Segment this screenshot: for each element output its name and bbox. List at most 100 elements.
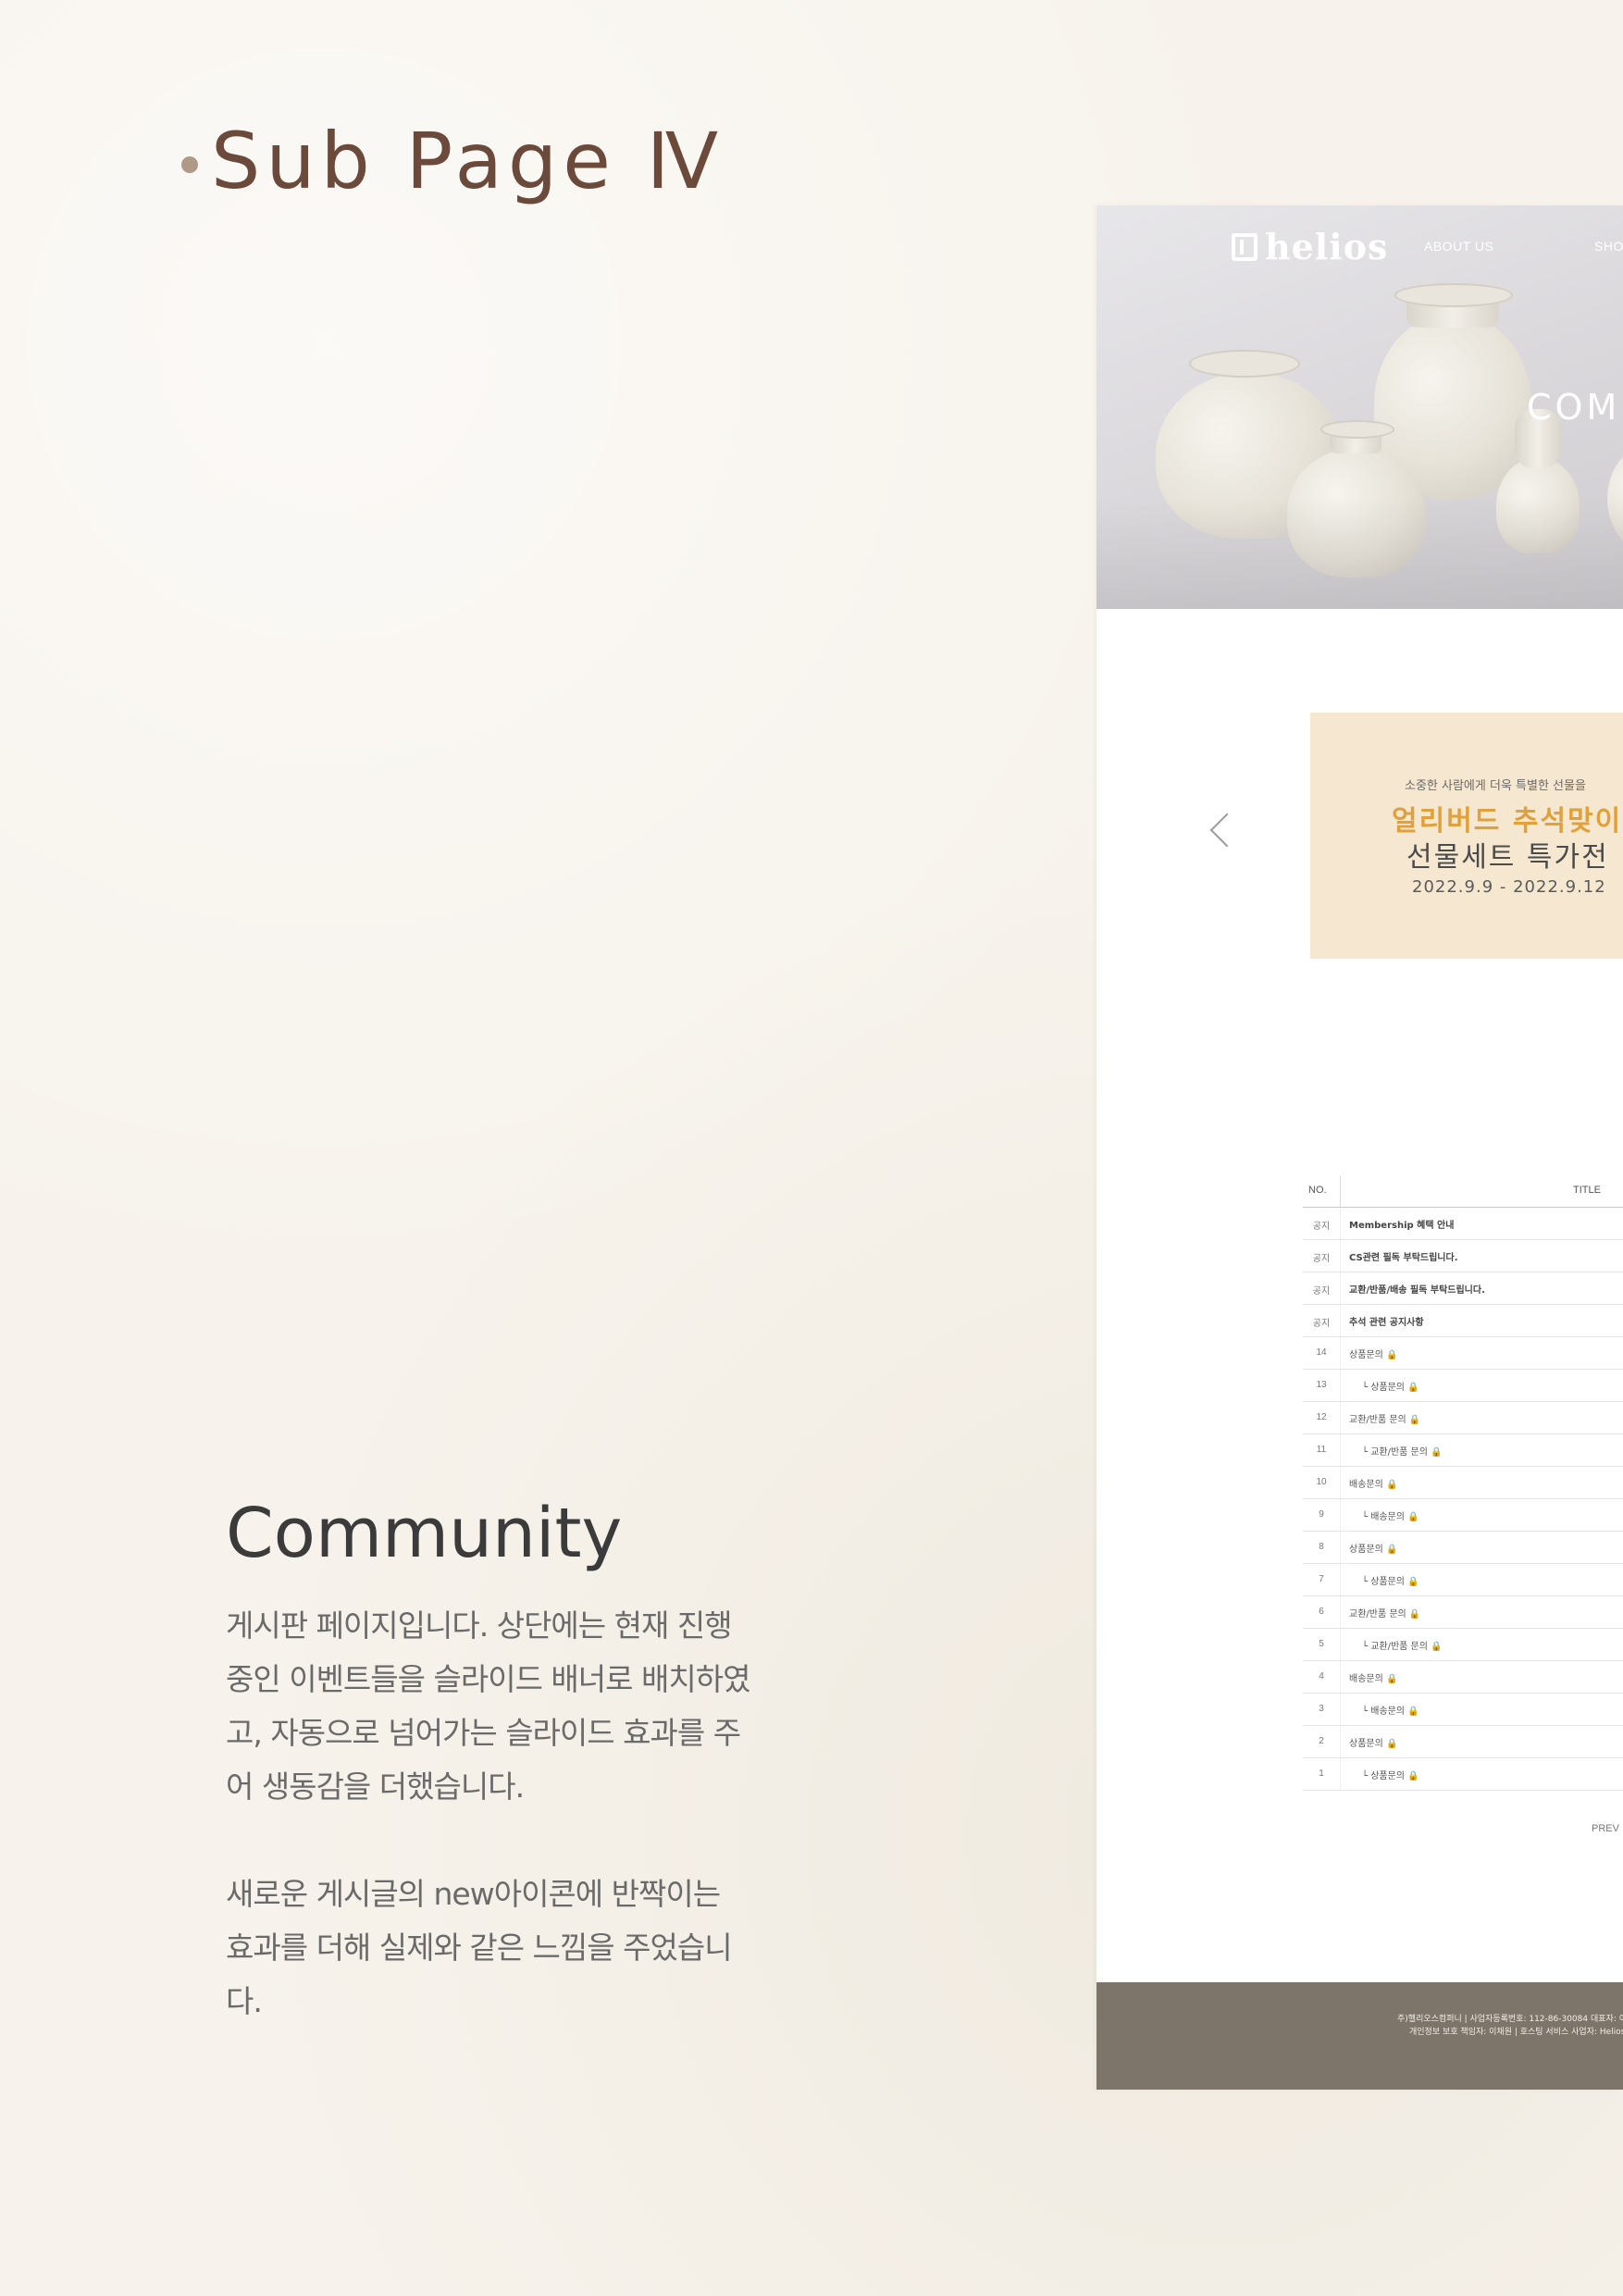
row-number: 공지: [1312, 1254, 1331, 1264]
row-title[interactable]: CS관련 필독 부탁드립니다.: [1349, 1249, 1458, 1263]
slider-prev-arrow-icon[interactable]: [1209, 813, 1245, 848]
row-number: 2: [1319, 1736, 1324, 1746]
table-row[interactable]: 6 교환/반품 문의 🔒: [1303, 1596, 1623, 1629]
logo-mark-icon: [1232, 232, 1258, 261]
row-title[interactable]: 상품문의 🔒: [1349, 1347, 1397, 1360]
table-row[interactable]: 공지 CS관련 필독 부탁드립니다.: [1303, 1240, 1623, 1272]
row-number: 14: [1316, 1347, 1327, 1358]
table-row[interactable]: 9 └ 배송문의 🔒: [1303, 1499, 1623, 1532]
footer-line-1: 주)헬리오스컴퍼니 | 사업자등록번호: 112-86-30084 대표자: 이…: [1397, 2015, 1623, 2024]
page-heading: Sub Page Ⅳ: [181, 122, 724, 200]
banner-title-line2: 선물세트 특가전: [1406, 841, 1609, 874]
row-title[interactable]: └ 배송문의 🔒: [1362, 1703, 1419, 1717]
row-title[interactable]: └ 상품문의 🔒: [1362, 1768, 1419, 1781]
table-row[interactable]: 7 └ 상품문의 🔒: [1303, 1564, 1623, 1596]
banner-date: 2022.9.9 - 2022.9.12: [1412, 877, 1606, 897]
table-row[interactable]: 4 배송문의 🔒: [1303, 1661, 1623, 1694]
banner-subtitle: 소중한 사람에게 더욱 특별한 선물을: [1405, 779, 1586, 793]
hero-image: helios ABOUT US SHOP COMM: [1096, 205, 1623, 609]
vase-small-rim: [1320, 420, 1394, 439]
table-row[interactable]: 13 └ 상품문의 🔒: [1303, 1370, 1623, 1402]
board-rows: 공지 Membership 혜택 안내 공지 CS관련 필독 부탁드립니다. 공지 교환/…: [1303, 1208, 1623, 1791]
banner-title-line1: 얼리버드 추석맞이: [1392, 805, 1623, 838]
table-row[interactable]: 14 상품문의 🔒: [1303, 1337, 1623, 1370]
row-divider: [1340, 1596, 1341, 1628]
table-row[interactable]: 12 교환/반품 문의 🔒: [1303, 1402, 1623, 1434]
row-divider: [1340, 1240, 1341, 1272]
table-row[interactable]: 공지 추석 관련 공지사항: [1303, 1305, 1623, 1337]
row-number: 1: [1319, 1769, 1324, 1779]
row-number: 4: [1319, 1671, 1324, 1682]
row-title[interactable]: Membership 혜택 안내: [1349, 1217, 1454, 1231]
row-divider: [1340, 1758, 1341, 1790]
table-row[interactable]: 11 └ 교환/반품 문의 🔒: [1303, 1434, 1623, 1467]
pagination-prev[interactable]: PREV: [1592, 1823, 1619, 1834]
row-number: 10: [1316, 1477, 1327, 1487]
row-title[interactable]: └ 상품문의 🔒: [1362, 1379, 1419, 1393]
row-divider: [1340, 1434, 1341, 1466]
row-divider: [1340, 1208, 1341, 1239]
site-logo[interactable]: helios: [1232, 226, 1388, 267]
table-row[interactable]: 5 └ 교환/반품 문의 🔒: [1303, 1629, 1623, 1661]
row-title[interactable]: 교환/반품/배송 필독 부탁드립니다.: [1349, 1282, 1485, 1296]
row-divider: [1340, 1726, 1341, 1757]
row-title[interactable]: └ 교환/반품 문의 🔒: [1362, 1444, 1443, 1458]
event-banner[interactable]: 소중한 사람에게 더욱 특별한 선물을 얼리버드 추석맞이 선물세트 특가전 2…: [1310, 713, 1623, 959]
row-number: 3: [1319, 1704, 1324, 1714]
row-number: 6: [1319, 1607, 1324, 1617]
row-number: 12: [1316, 1412, 1327, 1422]
footer-line-2: 개인정보 보호 책임자: 이채원 | 호스팅 서비스 사업자: Helios |…: [1409, 2028, 1623, 2037]
section-title: Community: [226, 1494, 623, 1573]
row-divider: [1340, 1370, 1341, 1401]
table-row[interactable]: 3 └ 배송문의 🔒: [1303, 1694, 1623, 1726]
logo-text: helios: [1265, 226, 1389, 267]
row-divider: [1340, 1402, 1341, 1433]
description-paragraph-1: 게시판 페이지입니다. 상단에는 현재 진행중인 이벤트들을 슬라이드 배너로 …: [226, 1607, 750, 1805]
row-number: 공지: [1312, 1286, 1331, 1297]
row-number: 공지: [1312, 1319, 1331, 1329]
row-number: 5: [1319, 1639, 1324, 1649]
row-divider: [1340, 1337, 1341, 1369]
row-divider: [1340, 1499, 1341, 1531]
table-row[interactable]: 8 상품문의 🔒: [1303, 1532, 1623, 1564]
row-number: 9: [1319, 1509, 1324, 1520]
row-title[interactable]: 배송문의 🔒: [1349, 1670, 1397, 1684]
row-title[interactable]: └ 상품문의 🔒: [1362, 1573, 1419, 1587]
row-title[interactable]: └ 배송문의 🔒: [1362, 1508, 1419, 1522]
row-title[interactable]: 교환/반품 문의 🔒: [1349, 1411, 1420, 1425]
nav-shop[interactable]: SHOP: [1594, 239, 1623, 254]
row-title[interactable]: 교환/반품 문의 🔒: [1349, 1606, 1420, 1620]
board-header-divider: [1340, 1175, 1341, 1207]
site-preview: helios ABOUT US SHOP COMM 소중한 사람에게 더욱 특별…: [1096, 205, 1623, 2090]
row-title[interactable]: 배송문의 🔒: [1349, 1476, 1397, 1490]
row-divider: [1340, 1564, 1341, 1595]
table-row[interactable]: 공지 교환/반품/배송 필독 부탁드립니다.: [1303, 1272, 1623, 1305]
table-row[interactable]: 1 └ 상품문의 🔒: [1303, 1758, 1623, 1791]
page-heading-text: Sub Page Ⅳ: [211, 116, 725, 206]
row-title[interactable]: └ 교환/반품 문의 🔒: [1362, 1638, 1443, 1652]
row-number: 8: [1319, 1542, 1324, 1552]
row-divider: [1340, 1305, 1341, 1336]
row-number: 11: [1316, 1445, 1327, 1455]
row-divider: [1340, 1532, 1341, 1563]
description-paragraph-2: 새로운 게시글의 new아이콘에 반짝이는 효과를 더해 실제와 같은 느낌을 …: [226, 1876, 733, 2019]
vase-large-rim: [1394, 283, 1513, 307]
row-title[interactable]: 상품문의 🔒: [1349, 1735, 1397, 1749]
row-title[interactable]: 상품문의 🔒: [1349, 1541, 1397, 1555]
board-table: NO. TITLE 공지 Membership 혜택 안내 공지 CS관련 필독 부탁…: [1303, 1175, 1623, 1791]
section-description: 게시판 페이지입니다. 상단에는 현재 진행중인 이벤트들을 슬라이드 배너로 …: [226, 1599, 755, 2082]
table-row[interactable]: 2 상품문의 🔒: [1303, 1726, 1623, 1758]
hero-word: COMM: [1527, 387, 1623, 428]
row-title[interactable]: 추석 관련 공지사항: [1349, 1314, 1424, 1328]
site-footer: 주)헬리오스컴퍼니 | 사업자등록번호: 112-86-30084 대표자: 이…: [1096, 1982, 1623, 2090]
row-divider: [1340, 1272, 1341, 1304]
table-row[interactable]: 공지 Membership 혜택 안내: [1303, 1208, 1623, 1240]
nav-about-us[interactable]: ABOUT US: [1424, 239, 1493, 254]
table-row[interactable]: 10 배송문의 🔒: [1303, 1467, 1623, 1499]
row-number: 공지: [1312, 1222, 1331, 1232]
row-divider: [1340, 1694, 1341, 1725]
row-divider: [1340, 1467, 1341, 1498]
board-col-title: TITLE: [1573, 1185, 1601, 1196]
bullet-dot-icon: [181, 156, 198, 173]
row-number: 13: [1316, 1380, 1327, 1390]
